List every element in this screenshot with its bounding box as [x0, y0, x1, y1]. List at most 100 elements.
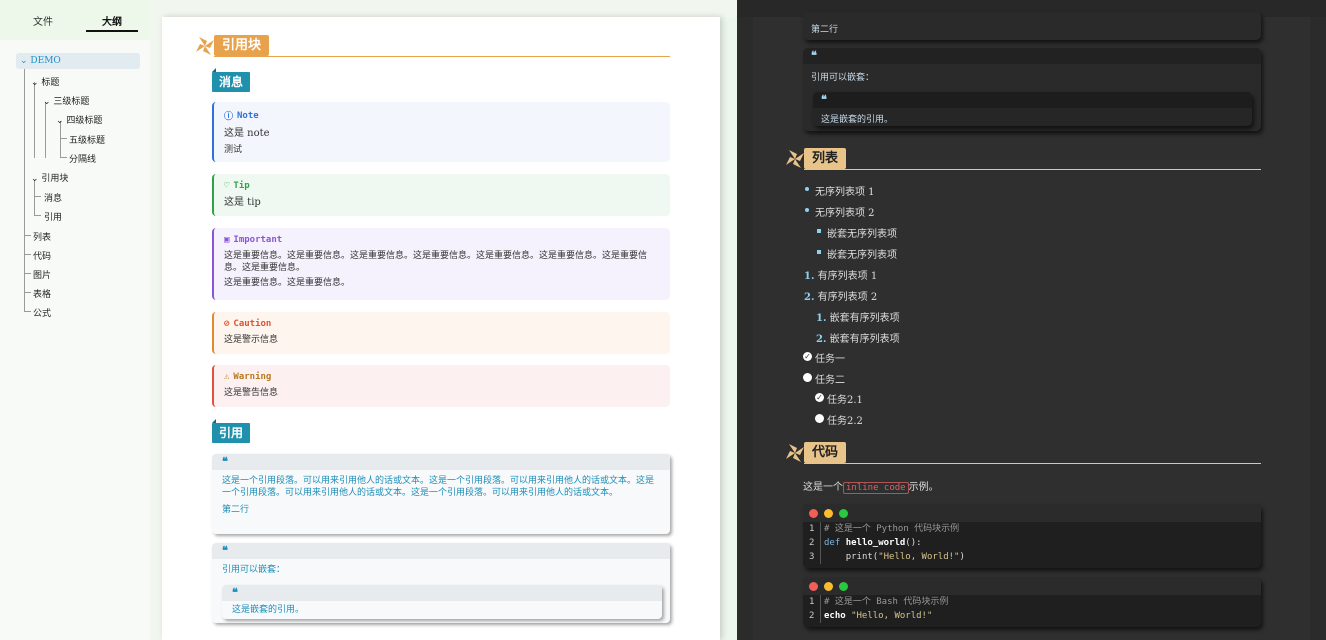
code-comment: # 这是一个 Bash 代码块示例 — [824, 597, 949, 607]
outline-item-formula[interactable]: 公式 — [33, 306, 51, 319]
tab-outline[interactable]: 大纲 — [86, 13, 138, 28]
alert-title: Important — [233, 235, 283, 245]
outline-guide — [61, 138, 67, 139]
alert-text: 这是 tip — [224, 197, 261, 208]
outline-item-demo[interactable]: ⌄ DEMO — [16, 53, 140, 69]
outline-item-h5[interactable]: 五级标题 — [69, 133, 105, 146]
heading-badge: 代码 — [804, 442, 847, 463]
list-item: 2. 嵌套有序列表项 — [816, 330, 900, 345]
outline-guide — [34, 180, 35, 216]
bullet — [817, 229, 821, 233]
checkbox-unchecked[interactable] — [815, 414, 824, 423]
outline-item-table[interactable]: 表格 — [33, 287, 51, 300]
list-item: 嵌套无序列表项 — [827, 229, 897, 240]
quote-text: 这是一个引用段落。可以用来引用他人的话或文本。这是一个引用段落。可以用来引用他人… — [222, 476, 655, 499]
checkbox-checked[interactable]: ✓ — [815, 393, 824, 402]
list-text: 嵌套有序列表项 — [829, 334, 900, 345]
code-string: "Hello, World!" — [851, 611, 933, 621]
quote-text: 引用可以嵌套： — [811, 73, 875, 83]
bullet — [817, 250, 821, 254]
code-block-bash[interactable]: 1 # 这是一个 Bash 代码块示例 2 echo "Hello, World!" — [803, 577, 1261, 627]
list-item: 1. 有序列表项 1 — [804, 267, 877, 282]
outline-label: 引用块 — [41, 174, 69, 184]
outline-guide — [24, 62, 25, 312]
message-icon: ▣ — [224, 235, 230, 245]
outline-item-h4[interactable]: ⌄ 四级标题 — [56, 113, 102, 126]
window-controls — [803, 504, 1261, 522]
code-call: print( — [845, 552, 879, 562]
code-line: 1 # 这是一个 Python 代码块示例 — [803, 522, 1261, 536]
outline-label: 四级标题 — [66, 116, 103, 126]
list-number: 2. — [816, 334, 827, 345]
outline-guide — [25, 254, 31, 255]
quote-text: 第二行 — [222, 505, 250, 516]
editor-top-band — [162, 0, 737, 17]
list-item: 无序列表项 1 — [815, 187, 875, 198]
outline-item-image[interactable]: 图片 — [33, 268, 51, 281]
info-icon: ⓘ — [224, 112, 234, 122]
checkbox-checked[interactable]: ✓ — [803, 352, 812, 361]
quote-text: 这是嵌套的引用。 — [821, 115, 894, 125]
alert-text: 这是警示信息 — [224, 335, 279, 345]
alert-title: Warning — [233, 372, 272, 382]
editor-right-gutter — [720, 17, 737, 640]
text: 示例。 — [908, 482, 939, 493]
tab-file[interactable]: 文件 — [17, 13, 69, 28]
quote-icon: ❝ — [803, 48, 1261, 64]
close-dot-icon — [809, 509, 818, 518]
stop-icon: ⊘ — [224, 319, 230, 329]
quote-icon: ❝ — [212, 543, 670, 559]
heading-list: 列表 — [784, 148, 1261, 172]
outline-item-h3[interactable]: ⌄ 三级标题 — [43, 94, 89, 107]
checkbox-unchecked[interactable] — [803, 373, 812, 382]
quote-text: 第二行 — [811, 25, 839, 35]
outline-item-code[interactable]: 代码 — [33, 249, 51, 262]
quote-icon: ❝ — [222, 585, 662, 601]
outline-guide — [25, 292, 31, 293]
task-item: 任务2.2 — [827, 416, 863, 427]
tab-active-indicator — [86, 30, 138, 32]
outline-item-title[interactable]: ⌄ 标题 — [31, 75, 59, 88]
code-comment: # 这是一个 Python 代码块示例 — [824, 524, 960, 534]
task-item: 任务2.1 — [827, 395, 863, 406]
outline-item-divider[interactable]: 分隔线 — [69, 152, 96, 165]
maximize-dot-icon — [839, 582, 848, 591]
heading-rule — [804, 169, 1261, 170]
code-intro: 这是一个 inline code 示例。 — [803, 478, 939, 494]
outline-label: DEMO — [30, 56, 61, 66]
list-item: 2. 有序列表项 2 — [804, 288, 877, 303]
quote-text: 引用可以嵌套： — [222, 565, 286, 575]
alert-text: 这是警告信息 — [224, 388, 279, 398]
list-text: 有序列表项 1 — [817, 271, 878, 282]
alert-title: Note — [237, 110, 259, 121]
outline-item-list[interactable]: 列表 — [33, 230, 51, 243]
code-line: 3 print("Hello, World!") — [803, 550, 1261, 564]
outline-guide — [25, 235, 31, 236]
outline-item-blockquote[interactable]: ⌄ 引用块 — [31, 171, 68, 184]
alert-title: Tip — [233, 181, 250, 191]
minimize-dot-icon — [824, 509, 833, 518]
outline-item-message[interactable]: 消息 — [44, 191, 62, 204]
alert-text: 这是重要信息。这是重要信息。这是重要信息。这是重要信息。这是重要信息。这是重要信… — [224, 251, 648, 274]
dark-blockquote-inner: ❝ 这是嵌套的引用。 — [813, 92, 1252, 126]
code-block-python[interactable]: 1 # 这是一个 Python 代码块示例 2 def hello_world():… — [803, 504, 1261, 568]
blockquote-inner: ❝ 这是嵌套的引用。 — [222, 585, 662, 619]
alert-caution: ⊘ Caution 这是警示信息 — [212, 312, 670, 354]
alert-text: 这是 note — [224, 128, 270, 139]
code-punct: (): — [905, 538, 922, 548]
task-item: 任务一 — [815, 354, 845, 365]
heading-message: 消息 — [212, 68, 251, 92]
inline-code: inline code — [843, 482, 909, 494]
code-string: "Hello, World!" — [878, 552, 960, 562]
quote-icon: ❝ — [813, 92, 1252, 108]
window-controls — [803, 577, 1261, 595]
pinwheel-icon — [196, 37, 214, 55]
outline-item-quote[interactable]: 引用 — [44, 210, 62, 223]
outline-guide — [25, 311, 31, 312]
alert-text: 测试 — [224, 144, 243, 155]
heading-code: 代码 — [784, 442, 1261, 466]
code-function: hello_world — [845, 538, 906, 548]
list-number: 1. — [804, 271, 815, 282]
list-text: 嵌套有序列表项 — [829, 313, 900, 324]
